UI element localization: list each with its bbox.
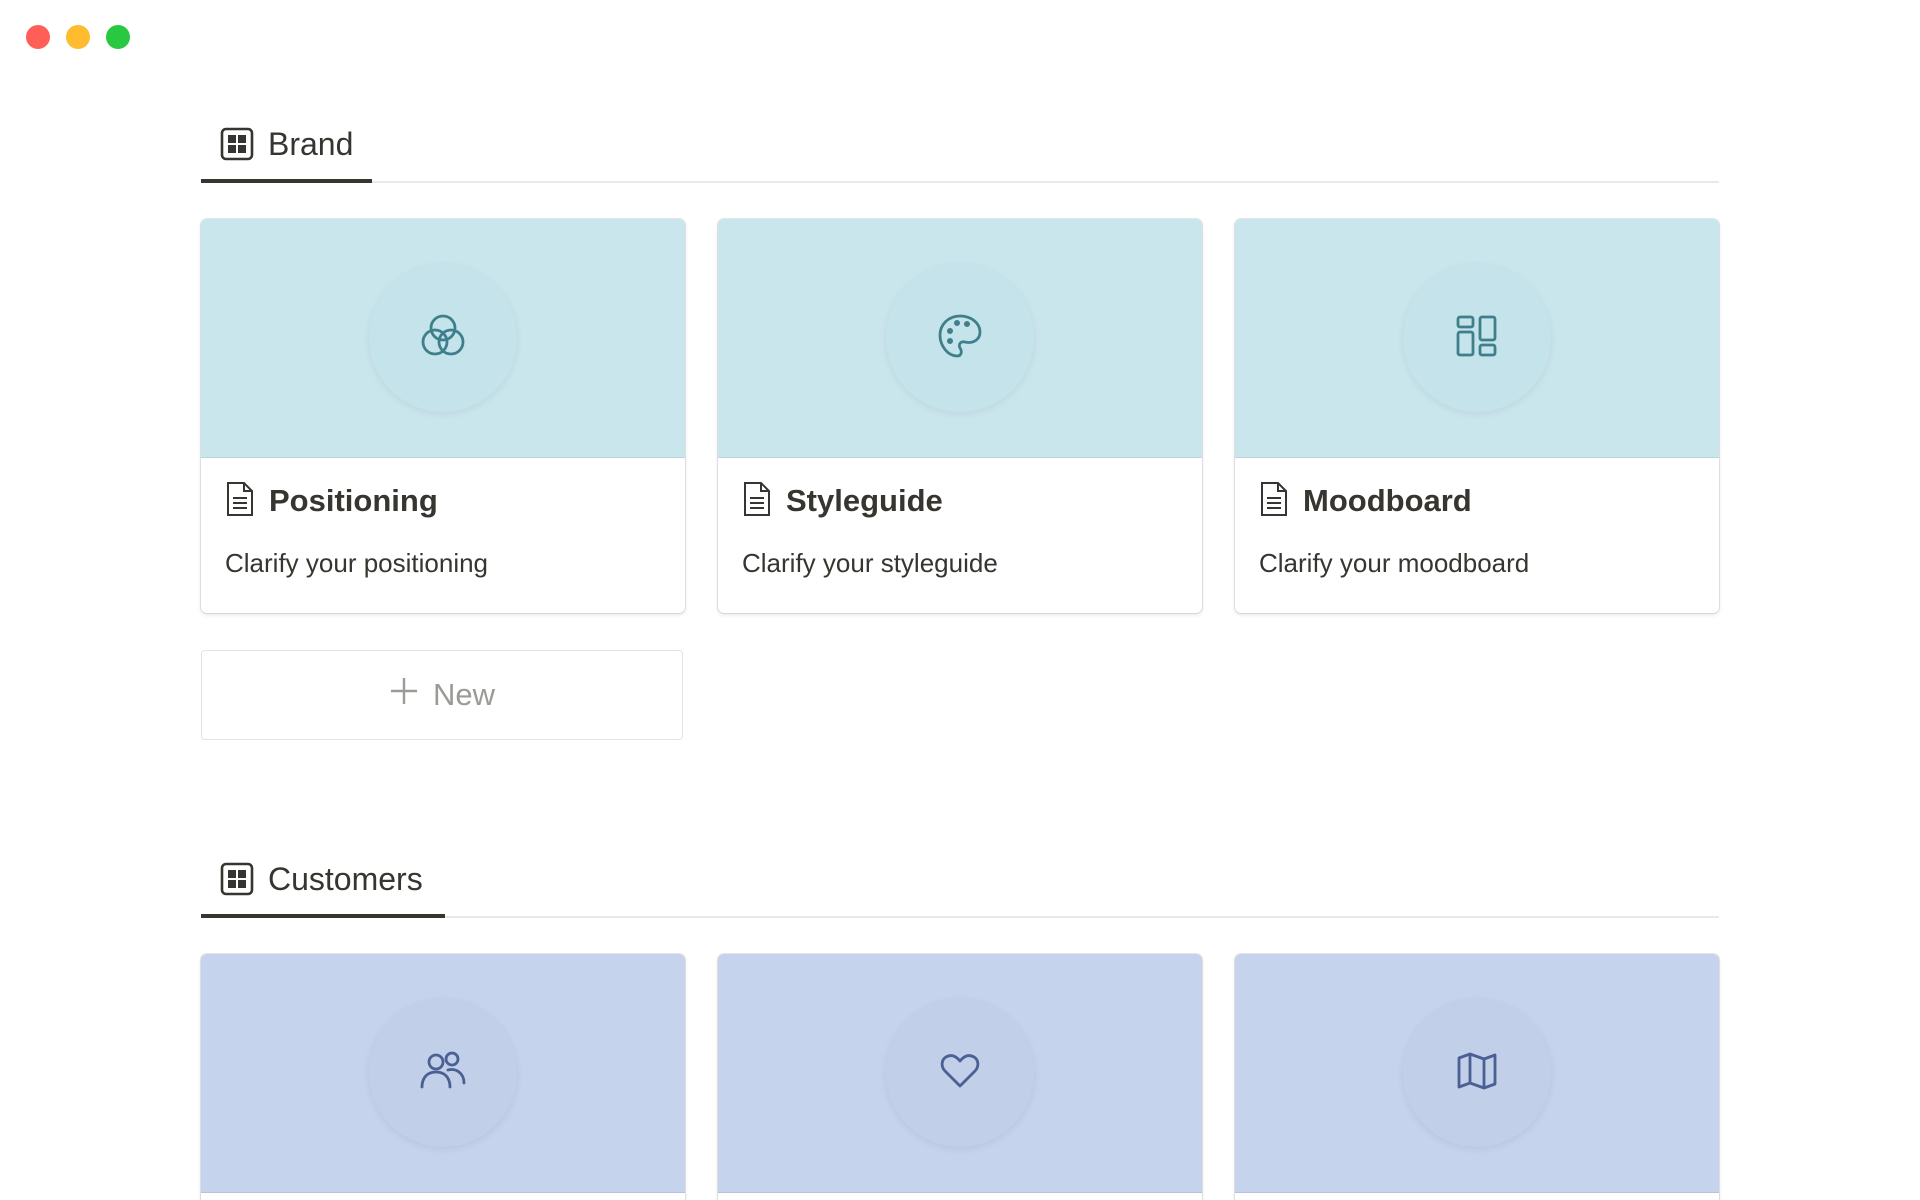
table-grid-icon xyxy=(220,127,254,161)
close-window-button[interactable] xyxy=(26,25,50,49)
card-title-row: Positioning xyxy=(225,481,661,522)
page-content: Brand Positioning Clarify your positioni… xyxy=(201,0,1719,1200)
new-item-button[interactable]: New xyxy=(201,650,683,740)
page-document-icon xyxy=(742,481,772,522)
card-body: Positioning Clarify your positioning xyxy=(201,458,685,613)
cover-icon-badge xyxy=(1403,999,1551,1147)
minimize-window-button[interactable] xyxy=(66,25,90,49)
card-title: Moodboard xyxy=(1303,483,1472,518)
page-document-icon xyxy=(1259,481,1289,522)
brand-view-tabs: Brand xyxy=(201,107,1719,183)
people-icon xyxy=(418,1049,468,1098)
card-title-row: Moodboard xyxy=(1259,481,1695,522)
card-cover xyxy=(1235,219,1719,458)
palette-icon xyxy=(935,311,985,366)
maximize-window-button[interactable] xyxy=(106,25,130,49)
map-icon xyxy=(1456,1051,1498,1096)
card-body: Moodboard Clarify your moodboard xyxy=(1235,458,1719,613)
gallery-card-customers-1[interactable] xyxy=(201,954,685,1200)
card-cover xyxy=(201,954,685,1193)
card-title: Styleguide xyxy=(786,483,943,518)
customers-gallery xyxy=(201,954,1719,1200)
card-title: Positioning xyxy=(269,483,438,518)
customers-view-tabs: Customers xyxy=(201,842,1719,918)
window-controls xyxy=(26,25,130,49)
card-body: Styleguide Clarify your styleguide xyxy=(718,458,1202,613)
table-grid-icon xyxy=(220,862,254,896)
cover-icon-badge xyxy=(886,999,1034,1147)
card-cover xyxy=(718,219,1202,458)
tab-brand[interactable]: Brand xyxy=(201,109,372,183)
gallery-card-styleguide[interactable]: Styleguide Clarify your styleguide xyxy=(718,219,1202,613)
tab-label: Brand xyxy=(268,126,354,162)
card-cover xyxy=(1235,954,1719,1193)
gallery-card-positioning[interactable]: Positioning Clarify your positioning xyxy=(201,219,685,613)
plus-icon xyxy=(389,676,419,714)
gallery-card-customers-2[interactable] xyxy=(718,954,1202,1200)
tab-customers[interactable]: Customers xyxy=(201,844,445,918)
card-title-row: Styleguide xyxy=(742,481,1178,522)
card-description: Clarify your styleguide xyxy=(742,548,998,578)
tab-label: Customers xyxy=(268,861,423,897)
card-description: Clarify your moodboard xyxy=(1259,548,1530,578)
page-document-icon xyxy=(225,481,255,522)
new-item-label: New xyxy=(432,677,495,712)
app-window: Brand Positioning Clarify your positioni… xyxy=(0,0,1920,1200)
cover-icon-badge xyxy=(369,999,517,1147)
gallery-card-moodboard[interactable]: Moodboard Clarify your moodboard xyxy=(1235,219,1719,613)
brand-gallery: Positioning Clarify your positioning Sty… xyxy=(201,219,1719,613)
card-description: Clarify your positioning xyxy=(225,548,489,578)
gallery-card-customers-3[interactable] xyxy=(1235,954,1719,1200)
cover-icon-badge xyxy=(886,264,1034,412)
venn-circles-icon xyxy=(417,310,469,367)
cover-icon-badge xyxy=(369,264,517,412)
card-cover xyxy=(718,954,1202,1193)
cover-icon-badge xyxy=(1403,264,1551,412)
card-cover xyxy=(201,219,685,458)
heart-icon xyxy=(940,1053,980,1094)
dashboard-layout-icon xyxy=(1455,314,1499,363)
